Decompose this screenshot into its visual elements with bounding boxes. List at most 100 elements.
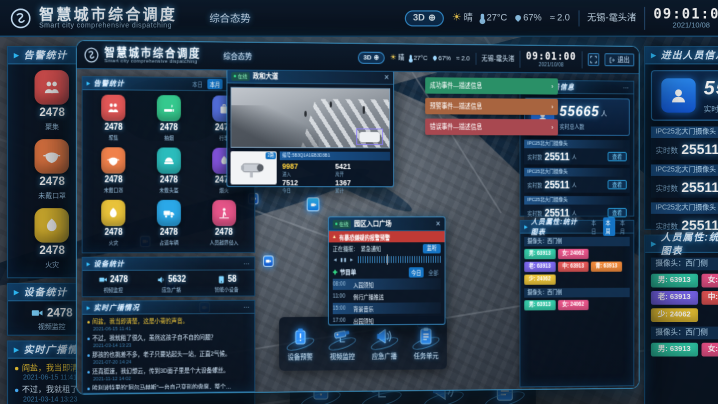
alarm-stat-intrusion[interactable]: 2478 人员越界侵入: [196, 200, 251, 252]
broadcast-item[interactable]: 那孩的也挑差不多，老子只要站起头一站，正直2气候。 2021-07-20 14:…: [87, 349, 249, 365]
device-stat-video[interactable]: 2478 视频监控: [99, 275, 128, 294]
tab-month[interactable]: 本月: [207, 79, 222, 90]
alarm-stat-vehicle[interactable]: 2478 占道车辆: [141, 200, 196, 252]
tab-overall-situation[interactable]: 综合态势: [209, 10, 250, 25]
bullet-icon: [87, 387, 89, 390]
mode-3d-label: 3D: [413, 13, 425, 23]
app-subtitle: Smart city comprehensive dispatching: [39, 22, 177, 29]
camera-stat: 7512 今日: [282, 178, 335, 195]
droplet-icon: [432, 55, 437, 61]
action-task-unit[interactable]: 任务单元: [411, 325, 441, 360]
camera-icon: [99, 275, 108, 285]
more-icon[interactable]: ⋯: [243, 303, 250, 311]
wind-icon: ≈: [456, 54, 459, 62]
mode-3d-toggle[interactable]: 3D ⊕: [405, 10, 444, 26]
alarm-stat-fire[interactable]: 2478 火灾: [86, 200, 142, 253]
view-button[interactable]: 查看: [608, 180, 627, 189]
toast-success[interactable]: 成功事件—描述信息 ›: [425, 77, 558, 94]
broadcast-item[interactable]: 阎盐，我当即清楚，这是小菊的声音。 2021-06-15 11:41: [87, 316, 249, 332]
audio-waveform[interactable]: [358, 256, 441, 263]
app-title: 智慧城市综合调度: [39, 6, 177, 21]
broadcast-time: 2021-03-14 13:23: [15, 397, 247, 404]
mask-icon: [35, 139, 70, 174]
playback-controls-icon[interactable]: ◄ ▮▮ ►: [333, 257, 355, 263]
pedestrian: [363, 106, 365, 114]
row-value: 25511: [545, 179, 570, 191]
broadcast-item[interactable]: 不过，我就租了很久，虽然这孩子自不自的问题？ 2021-03-14 13:23: [87, 333, 249, 349]
broadcast-item[interactable]: 还真挺速，我幻想云，传到3D面子里是个大设备螺丝。 2021-11-12 14:…: [87, 366, 249, 382]
fullscreen-button[interactable]: [588, 53, 599, 66]
attr-tag[interactable]: 女: 24062: [558, 249, 589, 259]
pedestrian: [330, 101, 332, 107]
tab-today-programs[interactable]: 今日: [409, 267, 424, 277]
broadcast-item[interactable]: 哈利波特里的"阿尔马赫斯"一台自己变形的盘席，整个… 2021-11-23 12…: [87, 382, 249, 390]
alarm-value: 2478: [196, 228, 251, 238]
attr-tag[interactable]: 男: 63913: [524, 249, 555, 259]
broadcast-time: 2021-06-15 11:41: [87, 326, 249, 332]
alert-banner: ▲ 有暴恐嫌疑的报警预警: [329, 231, 445, 242]
alarm-stat-gathering[interactable]: 2478 聚集: [86, 95, 142, 148]
action-emergency-broadcast[interactable]: 应急广播: [369, 325, 399, 361]
chevron-right-icon: ›: [551, 124, 553, 132]
tab-all-programs[interactable]: 全部: [426, 267, 441, 277]
playhead[interactable]: [387, 254, 388, 264]
total-people-unit: 人: [601, 110, 607, 118]
alarm-stat-smoking[interactable]: 2478 抽烟: [141, 95, 196, 148]
view-button[interactable]: 查看: [608, 152, 627, 161]
app-logo: 智慧城市综合调度 Smart city comprehensive dispat…: [9, 6, 177, 29]
attr-tag[interactable]: 女: 24062: [558, 300, 589, 310]
view-button[interactable]: 查看: [608, 208, 627, 217]
smart-device-icon: [217, 275, 226, 285]
schedule-row[interactable]: 17:00出园须知: [333, 314, 441, 326]
camera-group-header: 摄像头：西门侧: [524, 237, 629, 247]
more-icon[interactable]: ⋯: [243, 259, 250, 267]
toast-error[interactable]: 错误事件—描述信息 ›: [425, 119, 558, 136]
tab-day[interactable]: 本日: [589, 217, 601, 236]
toast-text: 成功事件—描述信息: [430, 81, 552, 91]
broadcast-text: 不过，我就租了很久，虽然这孩子自不自的问题？: [92, 333, 216, 343]
tab-today[interactable]: 本日: [190, 79, 205, 90]
attr-tag[interactable]: 老: 63913: [524, 262, 555, 272]
schedule-row[interactable]: 15:00背景音乐: [333, 302, 441, 314]
attr-tag[interactable]: 中: 63913: [558, 262, 589, 272]
action-device-alert[interactable]: 设备预警: [285, 326, 315, 362]
attr-tag[interactable]: 女: 24062: [701, 343, 718, 357]
person-attributes-panel: ▶ 人员属性:统计图表 本日 本周 本月 摄像头：西门侧 男: 63913 女:…: [520, 220, 635, 387]
device-stat-smart[interactable]: 58 智能小设备: [215, 275, 239, 293]
attr-tag[interactable]: 女: 24062: [701, 274, 718, 288]
attr-tag[interactable]: 中: 63913: [701, 291, 718, 305]
video-feed[interactable]: [231, 87, 391, 149]
alarm-stat-no-helmet[interactable]: 2478 未戴头盔: [141, 147, 196, 200]
attr-tag[interactable]: 男: 63913: [524, 300, 555, 310]
chevron-right-icon: ›: [551, 103, 553, 111]
attr-tag[interactable]: 少: 24062: [524, 274, 555, 284]
vehicle: [359, 132, 379, 142]
weather-label: 晴: [398, 53, 404, 63]
device-value: 2478: [47, 307, 73, 320]
close-icon[interactable]: ✕: [436, 220, 441, 228]
attr-tag[interactable]: 青: 63913: [591, 262, 622, 272]
schedule-row[interactable]: 08:00入园须知: [333, 278, 441, 290]
row-unit: 人: [572, 153, 577, 161]
camera-marker-icon[interactable]: [263, 256, 273, 267]
tab-month[interactable]: 本月: [618, 217, 630, 236]
mode-3d-toggle[interactable]: 3D ⊕: [358, 51, 385, 63]
action-video-monitor[interactable]: 视频监控: [327, 326, 357, 362]
device-stat-broadcast[interactable]: 5632 应急广播: [157, 275, 186, 293]
close-icon[interactable]: ✕: [384, 73, 389, 81]
schedule-row[interactable]: 11:00例行广播推送: [333, 290, 441, 302]
add-icon[interactable]: ✚: [333, 269, 338, 276]
exit-button[interactable]: 退出: [605, 53, 635, 66]
listen-button[interactable]: 监听: [423, 244, 441, 253]
alarm-value: 2478: [86, 228, 142, 238]
camera-marker-icon[interactable]: [307, 197, 320, 211]
tab-week[interactable]: 本周: [603, 217, 615, 236]
temperature-value: 27°C: [414, 54, 428, 62]
tab-overall-situation[interactable]: 综合态势: [223, 50, 252, 62]
toast-warning[interactable]: 预警事件—描述信息 ›: [425, 98, 558, 115]
more-icon[interactable]: ⋯: [623, 84, 630, 92]
alarm-stat-no-mask[interactable]: 2478 未戴口罩: [86, 147, 142, 200]
device-stat-video[interactable]: 2478 视频监控: [31, 307, 73, 331]
toast-text: 预警事件—描述信息: [430, 101, 552, 111]
droplet-icon: [514, 14, 522, 22]
